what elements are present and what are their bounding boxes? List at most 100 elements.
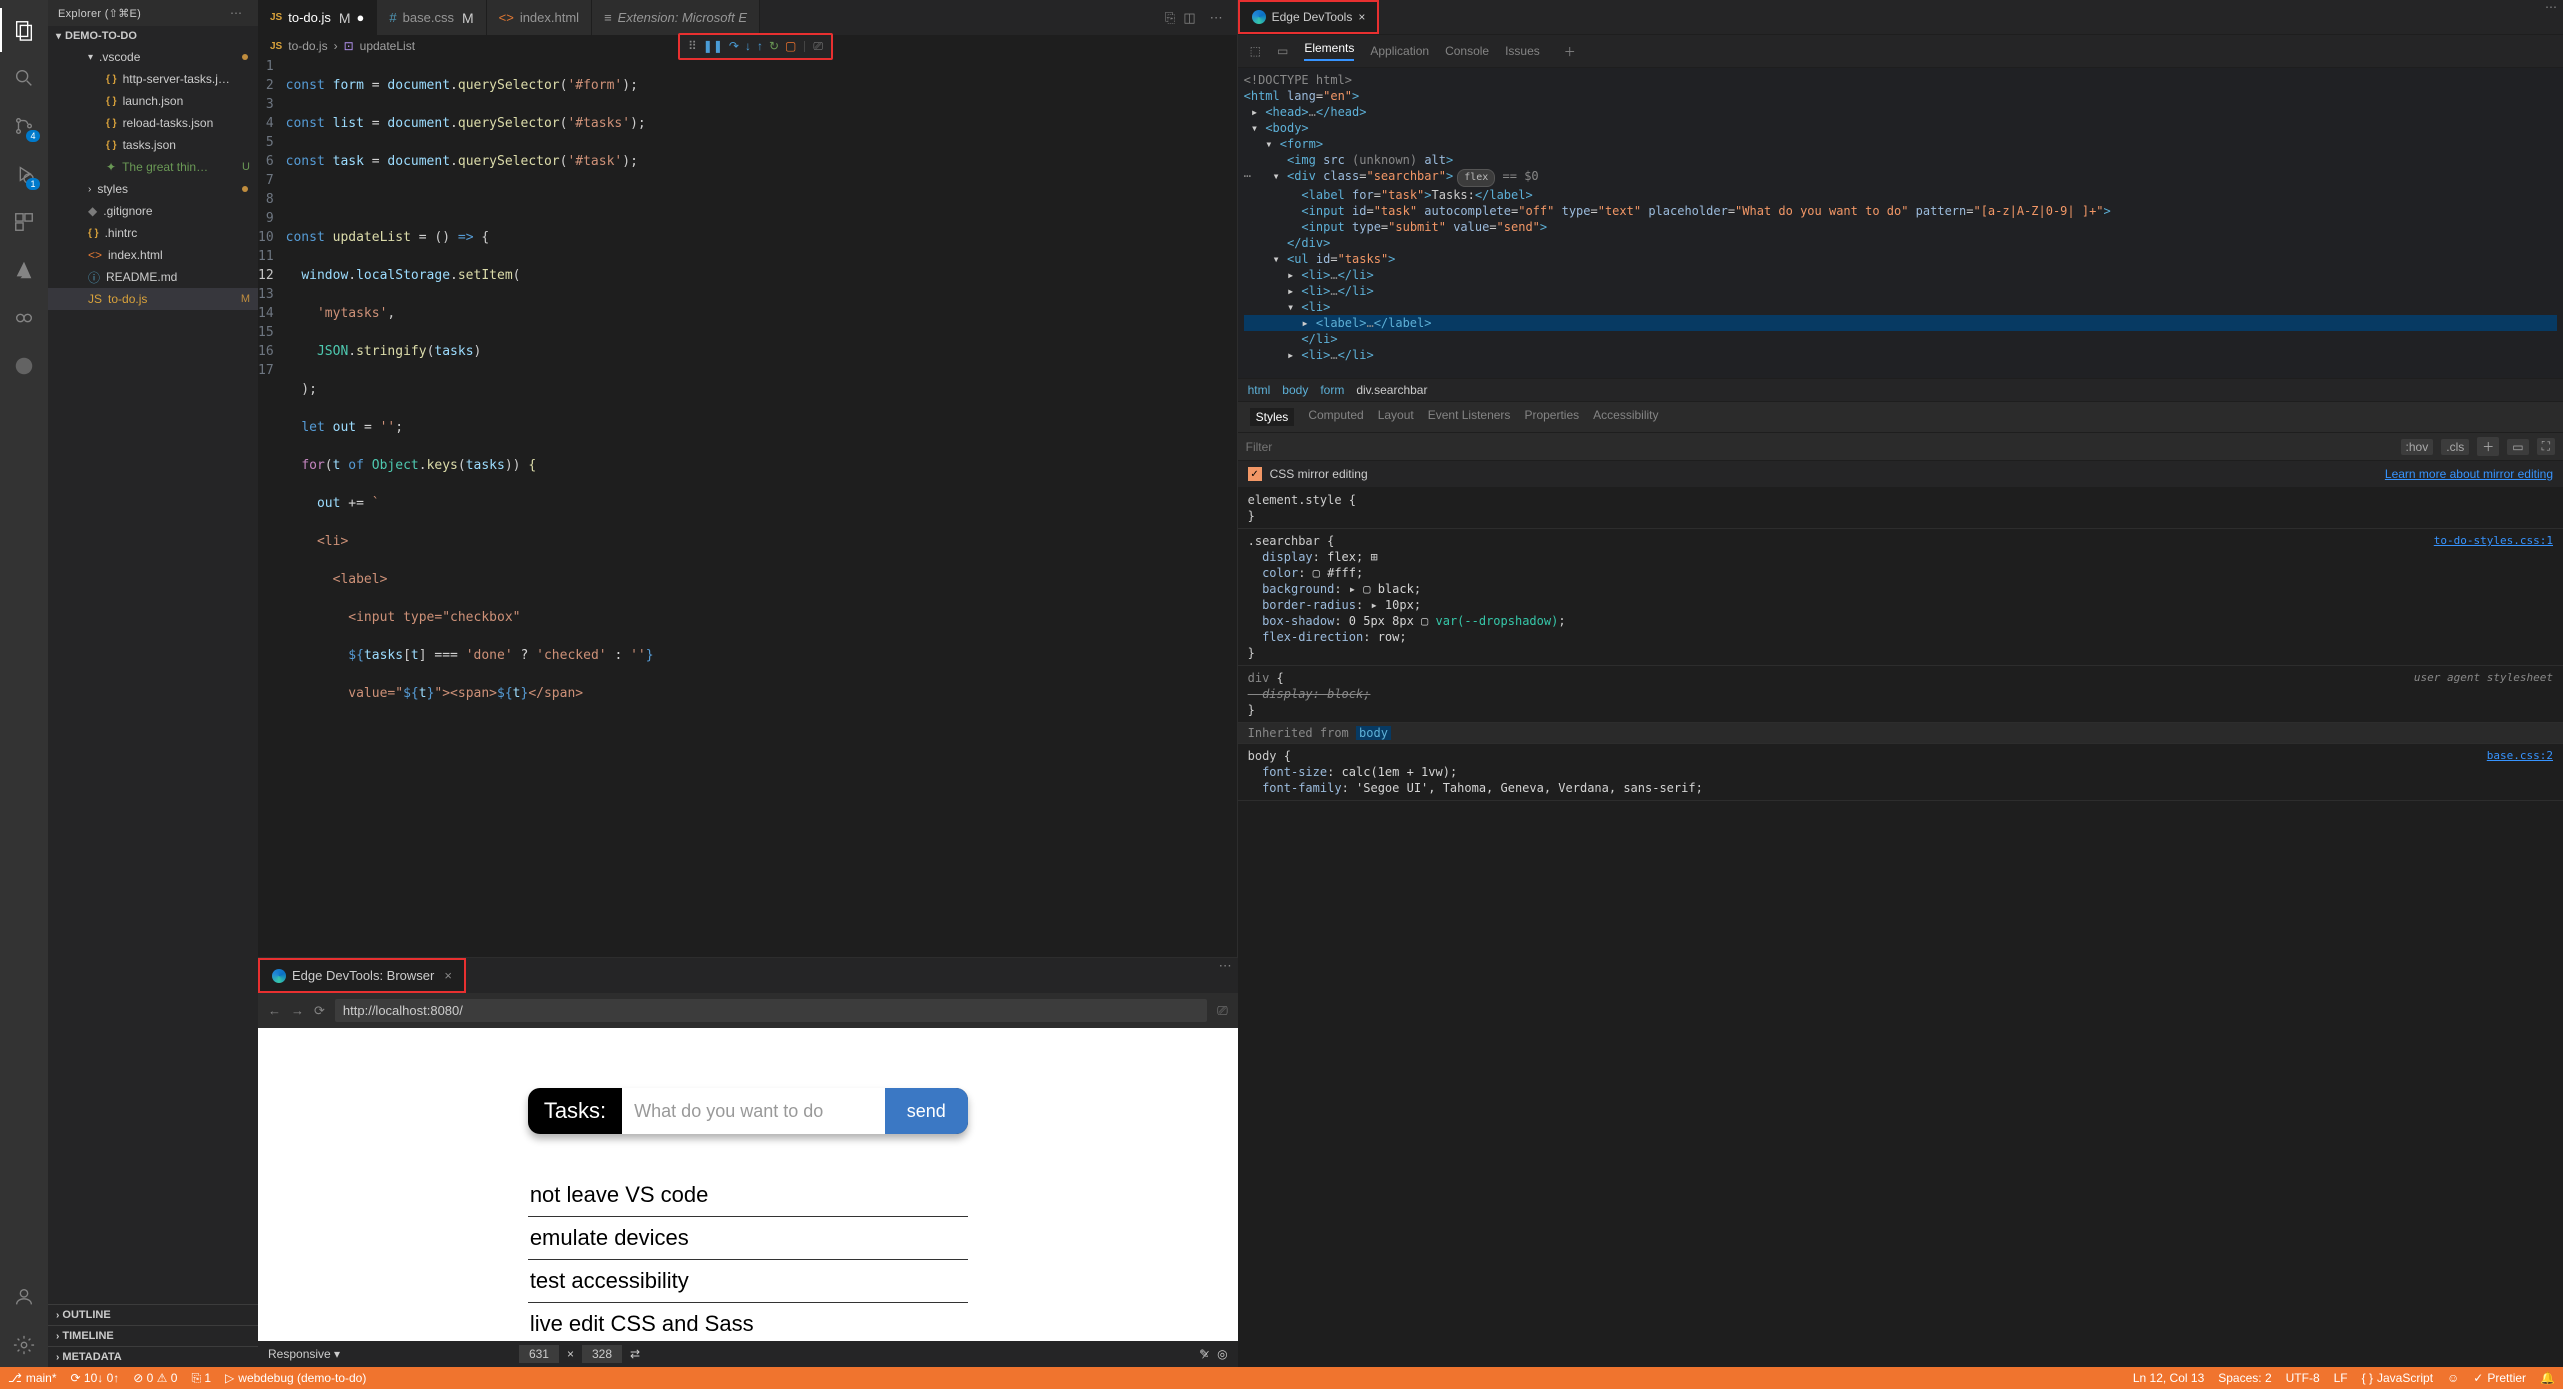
metadata-section[interactable]: › METADATA <box>48 1346 258 1367</box>
compare-icon[interactable]: ⎘ <box>1165 10 1175 26</box>
eol-status[interactable]: LF <box>2334 1371 2348 1385</box>
panel-application[interactable]: Application <box>1370 44 1429 58</box>
file-item[interactable]: { }launch.json <box>48 90 258 112</box>
device-icon[interactable]: ▭ <box>2507 439 2528 455</box>
copilot-icon[interactable] <box>0 296 48 340</box>
stop-icon[interactable]: ▢ <box>785 39 796 54</box>
mirror-learn-more[interactable]: Learn more about mirror editing <box>2385 467 2553 481</box>
ports-status[interactable]: ⎘ 1 <box>191 1371 211 1386</box>
tab-styles[interactable]: Styles <box>1250 408 1295 426</box>
file-item[interactable]: { }tasks.json <box>48 134 258 156</box>
styles-body[interactable]: element.style { } to-do-styles.css:1 .se… <box>1238 488 2563 1367</box>
azure-icon[interactable] <box>0 248 48 292</box>
inspect-icon[interactable]: ⬚ <box>1250 44 1261 58</box>
step-into-icon[interactable]: ↓ <box>745 39 751 54</box>
bell-icon[interactable]: 🔔 <box>2540 1371 2555 1385</box>
mirror-checkbox[interactable]: ✓ <box>1248 467 1262 481</box>
browser-viewport[interactable]: Tasks: send not leave VS code emulate de… <box>258 1028 1238 1341</box>
task-item[interactable]: live edit CSS and Sass <box>528 1303 968 1341</box>
restart-icon[interactable]: ↻ <box>769 39 779 54</box>
tab-properties[interactable]: Properties <box>1524 408 1579 426</box>
task-item[interactable]: not leave VS code <box>528 1174 968 1217</box>
target-icon[interactable]: ◎ <box>1217 1347 1227 1361</box>
panel-issues[interactable]: Issues <box>1505 44 1540 58</box>
file-item[interactable]: { }reload-tasks.json <box>48 112 258 134</box>
new-rule-icon[interactable]: ＋ <box>2477 437 2499 456</box>
explorer-icon[interactable] <box>0 8 48 52</box>
expand-icon[interactable]: ⛶ <box>2537 438 2555 455</box>
breadcrumbs[interactable]: JS to-do.js › ⊡ updateList ⠿ ❚❚ ↷ ↓ ↑ ↻ … <box>258 35 1237 57</box>
screencast-icon[interactable]: ⎚ <box>813 39 823 54</box>
cls-toggle[interactable]: .cls <box>2441 439 2469 455</box>
file-item[interactable]: ⓘREADME.md <box>48 266 258 288</box>
panel-console[interactable]: Console <box>1445 44 1489 58</box>
wand-icon[interactable]: ✎̷ <box>1199 1347 1209 1361</box>
filter-input[interactable] <box>1246 440 2393 454</box>
extensions-icon[interactable] <box>0 200 48 244</box>
drag-icon[interactable]: ⠿ <box>688 39 697 54</box>
folder-styles[interactable]: ›styles <box>48 178 258 200</box>
more-icon[interactable]: ⋯ <box>1213 958 1238 993</box>
panel-elements[interactable]: Elements <box>1304 41 1354 61</box>
tab-computed[interactable]: Computed <box>1308 408 1363 426</box>
folder-root[interactable]: ▾ DEMO-TO-DO <box>48 26 258 46</box>
feedback-icon[interactable]: ☺ <box>2447 1371 2459 1385</box>
problems-status[interactable]: ⊘ 0 ⚠ 0 <box>133 1371 177 1385</box>
prettier-status[interactable]: ✓ Prettier <box>2473 1371 2526 1385</box>
device-icon[interactable]: ▭ <box>1277 44 1288 58</box>
tab-index-html[interactable]: <>index.html <box>487 0 592 35</box>
folder-vscode[interactable]: ▾.vscode <box>48 46 258 68</box>
rotate-icon[interactable]: ⇄ <box>630 1347 640 1361</box>
task-item[interactable]: test accessibility <box>528 1260 968 1303</box>
code-editor[interactable]: 1234567891011121314151617 const form = d… <box>258 57 1237 957</box>
reload-icon[interactable]: ⟳ <box>314 1003 325 1019</box>
tab-listeners[interactable]: Event Listeners <box>1428 408 1511 426</box>
account-icon[interactable] <box>0 1275 48 1319</box>
file-item[interactable]: JSto-do.jsM <box>48 288 258 310</box>
width-input[interactable]: 631 <box>519 1345 559 1363</box>
encoding-status[interactable]: UTF-8 <box>2286 1371 2320 1385</box>
tab-extension[interactable]: ≡Extension: Microsoft E <box>592 0 760 35</box>
indent-status[interactable]: Spaces: 2 <box>2218 1371 2271 1385</box>
file-item[interactable]: <>index.html <box>48 244 258 266</box>
screencast-icon[interactable]: ⎚ <box>1217 1003 1227 1019</box>
dom-breadcrumb[interactable]: html body form div.searchbar <box>1238 378 2563 402</box>
settings-icon[interactable] <box>0 1323 48 1367</box>
tab-a11y[interactable]: Accessibility <box>1593 408 1658 426</box>
scm-icon[interactable]: 4 <box>0 104 48 148</box>
more-icon[interactable]: ⋯ <box>224 6 248 20</box>
browser-tab[interactable]: Edge DevTools: Browser × <box>258 958 466 993</box>
split-icon[interactable]: ◫ <box>1183 10 1195 26</box>
close-icon[interactable]: × <box>444 968 452 983</box>
source-link[interactable]: to-do-styles.css:1 <box>2434 533 2553 549</box>
send-button[interactable]: send <box>885 1088 968 1134</box>
add-panel-icon[interactable]: ＋ <box>1564 43 1576 60</box>
task-item[interactable]: emulate devices <box>528 1217 968 1260</box>
cursor-position[interactable]: Ln 12, Col 13 <box>2133 1371 2204 1385</box>
task-input[interactable] <box>622 1088 885 1134</box>
sync-status[interactable]: ⟳ 10↓ 0↑ <box>71 1371 120 1385</box>
tab-base-css[interactable]: #base.cssM <box>377 0 486 35</box>
back-icon[interactable]: ← <box>268 1003 281 1018</box>
tab-todo-js[interactable]: JSto-do.jsM● <box>258 0 377 35</box>
tab-layout[interactable]: Layout <box>1378 408 1414 426</box>
step-out-icon[interactable]: ↑ <box>757 39 763 54</box>
height-input[interactable]: 328 <box>582 1345 622 1363</box>
devtools-tab[interactable]: Edge DevTools × <box>1238 0 1380 34</box>
responsive-select[interactable]: Responsive ▾ <box>268 1347 340 1361</box>
step-over-icon[interactable]: ↷ <box>729 39 739 54</box>
more-icon[interactable]: ⋯ <box>2539 0 2563 34</box>
file-item[interactable]: ✦The great thin…U <box>48 156 258 178</box>
outline-section[interactable]: › OUTLINE <box>48 1304 258 1325</box>
address-input[interactable] <box>335 999 1207 1022</box>
search-icon[interactable] <box>0 56 48 100</box>
debug-target[interactable]: ▷ webdebug (demo-to-do) <box>225 1371 366 1385</box>
close-icon[interactable]: × <box>1358 10 1365 24</box>
file-item[interactable]: { }http-server-tasks.j… <box>48 68 258 90</box>
timeline-section[interactable]: › TIMELINE <box>48 1325 258 1346</box>
dom-tree[interactable]: <!DOCTYPE html> <html lang="en"> ▸ <head… <box>1238 68 2563 378</box>
forward-icon[interactable]: → <box>291 1003 304 1018</box>
more-icon[interactable]: ⋯ <box>1204 10 1229 26</box>
file-item[interactable]: { }.hintrc <box>48 222 258 244</box>
hov-toggle[interactable]: :hov <box>2401 439 2434 455</box>
